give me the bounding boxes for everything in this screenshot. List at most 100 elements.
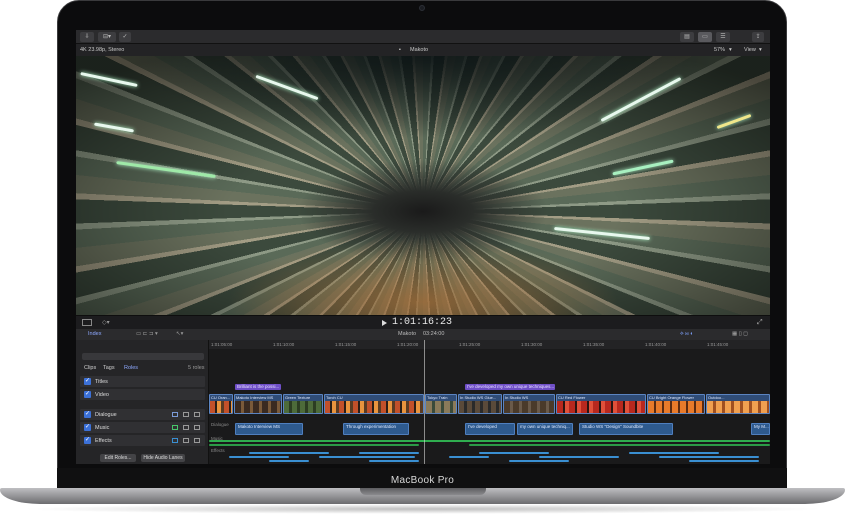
clip-name: In Studio WS [505,395,529,400]
light-streak [255,74,319,101]
clip-thumbnails [707,401,769,413]
video-clip[interactable]: In Studio WS Glue... [458,394,502,414]
edit-roles-button[interactable]: Edit Roles... [100,454,136,462]
playhead[interactable] [424,340,425,464]
keyword-icon[interactable]: ⊟▾ [98,32,116,42]
effects-clip[interactable] [269,460,309,462]
effects-clip[interactable] [509,460,569,462]
transform-icon[interactable]: ◇▾ [102,319,110,326]
timeline[interactable]: 1:01:05:00 1:01:10:00 1:01:15:00 1:01:20… [209,340,770,464]
timecode-display: 1:01:16:23 [392,317,453,328]
audio-skimming-icon[interactable]: ⟡ ⋈ ◐ [680,331,694,338]
role-row-video[interactable]: ✓ Video [80,389,205,400]
dialogue-clip[interactable]: Through experimentation [343,423,409,435]
effects-clip[interactable] [689,460,759,462]
video-viewer[interactable] [76,56,770,315]
role-row-dialogue[interactable]: ✓ Dialogue [80,409,205,420]
lane-icon[interactable] [172,425,178,430]
clip-tools-icon[interactable]: ▭ ⊏ ⊐ ▾ [136,331,158,337]
tab-roles[interactable]: Roles [124,365,138,371]
clip-thumbnails [284,401,322,413]
clip-name: Torch CU [326,395,343,400]
play-icon[interactable] [382,320,387,326]
lane-icon[interactable] [172,412,178,417]
checkbox-icon[interactable]: ✓ [84,391,91,398]
effects-clip[interactable] [539,456,619,458]
dialogue-clip[interactable]: My M... [751,423,770,435]
effects-clip[interactable] [479,452,549,454]
share-icon[interactable]: ⇪ [752,32,764,42]
layout-library-icon[interactable]: ▤ [680,32,694,42]
checkbox-icon[interactable]: ✓ [84,378,91,385]
video-clip[interactable]: Makoto Interview MS [234,394,282,414]
tab-tags[interactable]: Tags [103,365,115,371]
ruler-tick: 1:01:05:00 [211,342,233,347]
effects-clip[interactable] [249,452,329,454]
effects-clip[interactable] [659,456,759,458]
effects-clip[interactable] [629,452,719,454]
video-clip[interactable]: CU Oran... [209,394,233,414]
effects-clip[interactable] [359,452,419,454]
view-menu[interactable]: View [744,47,756,53]
music-track[interactable] [209,440,770,442]
role-row-music[interactable]: ✓ Music [80,422,205,433]
focus-icon[interactable] [194,438,200,443]
import-icon[interactable]: ⇩ [80,32,94,42]
effects-clip[interactable] [369,460,419,462]
tab-clips[interactable]: Clips [84,365,96,371]
layout-timeline-icon[interactable]: ▭ [698,32,712,42]
select-tool-icon[interactable]: ↖▾ [176,331,183,337]
zoom-level[interactable]: 57% [714,47,725,53]
video-clip[interactable]: In Studio WS [503,394,555,414]
role-label: Video [95,392,109,398]
role-row-effects[interactable]: ✓ Effects [80,435,205,446]
collapse-icon[interactable] [183,412,189,417]
lane-icon[interactable] [172,438,178,443]
video-clip[interactable]: Tokyo Train [425,394,457,414]
hide-audio-lanes-button[interactable]: Hide Audio Lanes [141,454,185,462]
checkbox-icon[interactable]: ✓ [84,424,91,431]
title-clip[interactable]: I've developed my own unique techniques.… [465,384,555,390]
light-streak [600,77,682,122]
index-tab[interactable]: Index [88,331,101,337]
video-clip[interactable]: Torch CU [324,394,424,414]
clip-thumbnails [426,401,456,413]
index-search-field[interactable] [82,353,204,360]
dialogue-clip[interactable]: I've developed [465,423,515,435]
check-icon[interactable]: ✓ [119,32,131,42]
folder-icon: ▪ [399,47,401,53]
title-clip[interactable]: Brilliant is the possi... [235,384,281,390]
viewer-bar: 4K 23.98p, Stereo ▪ Makoto 57% ▾ View ▾ [76,44,770,56]
music-track[interactable] [209,444,419,446]
role-row-titles[interactable]: ✓ Titles [80,376,205,387]
dialogue-clip[interactable]: my own unique techniq... [517,423,573,435]
effects-clip[interactable] [319,456,415,458]
clip-appearance-icon[interactable]: ▦ ▯ ◻ [732,331,748,337]
lid-opening-notch [360,488,486,495]
music-track[interactable] [469,444,770,446]
focus-icon[interactable] [194,412,200,417]
light-streak [716,113,752,130]
fullscreen-icon[interactable]: ⤢ [757,319,763,327]
focus-icon[interactable] [194,425,200,430]
viewer-controls: ◇▾ 1:01:16:23 ⤢ [76,315,770,329]
checkbox-icon[interactable]: ✓ [84,437,91,444]
collapse-icon[interactable] [183,425,189,430]
timeline-ruler[interactable]: 1:01:05:00 1:01:10:00 1:01:15:00 1:01:20… [209,340,770,349]
video-clip[interactable]: Outdoo... [706,394,770,414]
checkbox-icon[interactable]: ✓ [84,411,91,418]
video-clip[interactable]: CU Red Flower [556,394,646,414]
dialogue-clip[interactable]: Studio WS "Design" Soundbite [579,423,673,435]
effects-clip[interactable] [449,456,489,458]
role-label: Music [95,425,110,431]
dialogue-clip[interactable]: Makoto Interview MS [235,423,303,435]
layout-inspector-icon[interactable]: ☰ [716,32,730,42]
light-streak [612,159,674,176]
clip-name: CU Oran... [211,395,231,400]
video-clip[interactable]: Green Texture [283,394,323,414]
collapse-icon[interactable] [183,438,189,443]
effects-clip[interactable] [229,456,289,458]
view-options-icon[interactable] [82,319,92,326]
video-clip[interactable]: CU Bright Orange Flower [647,394,705,414]
clip-thumbnails [325,401,423,413]
